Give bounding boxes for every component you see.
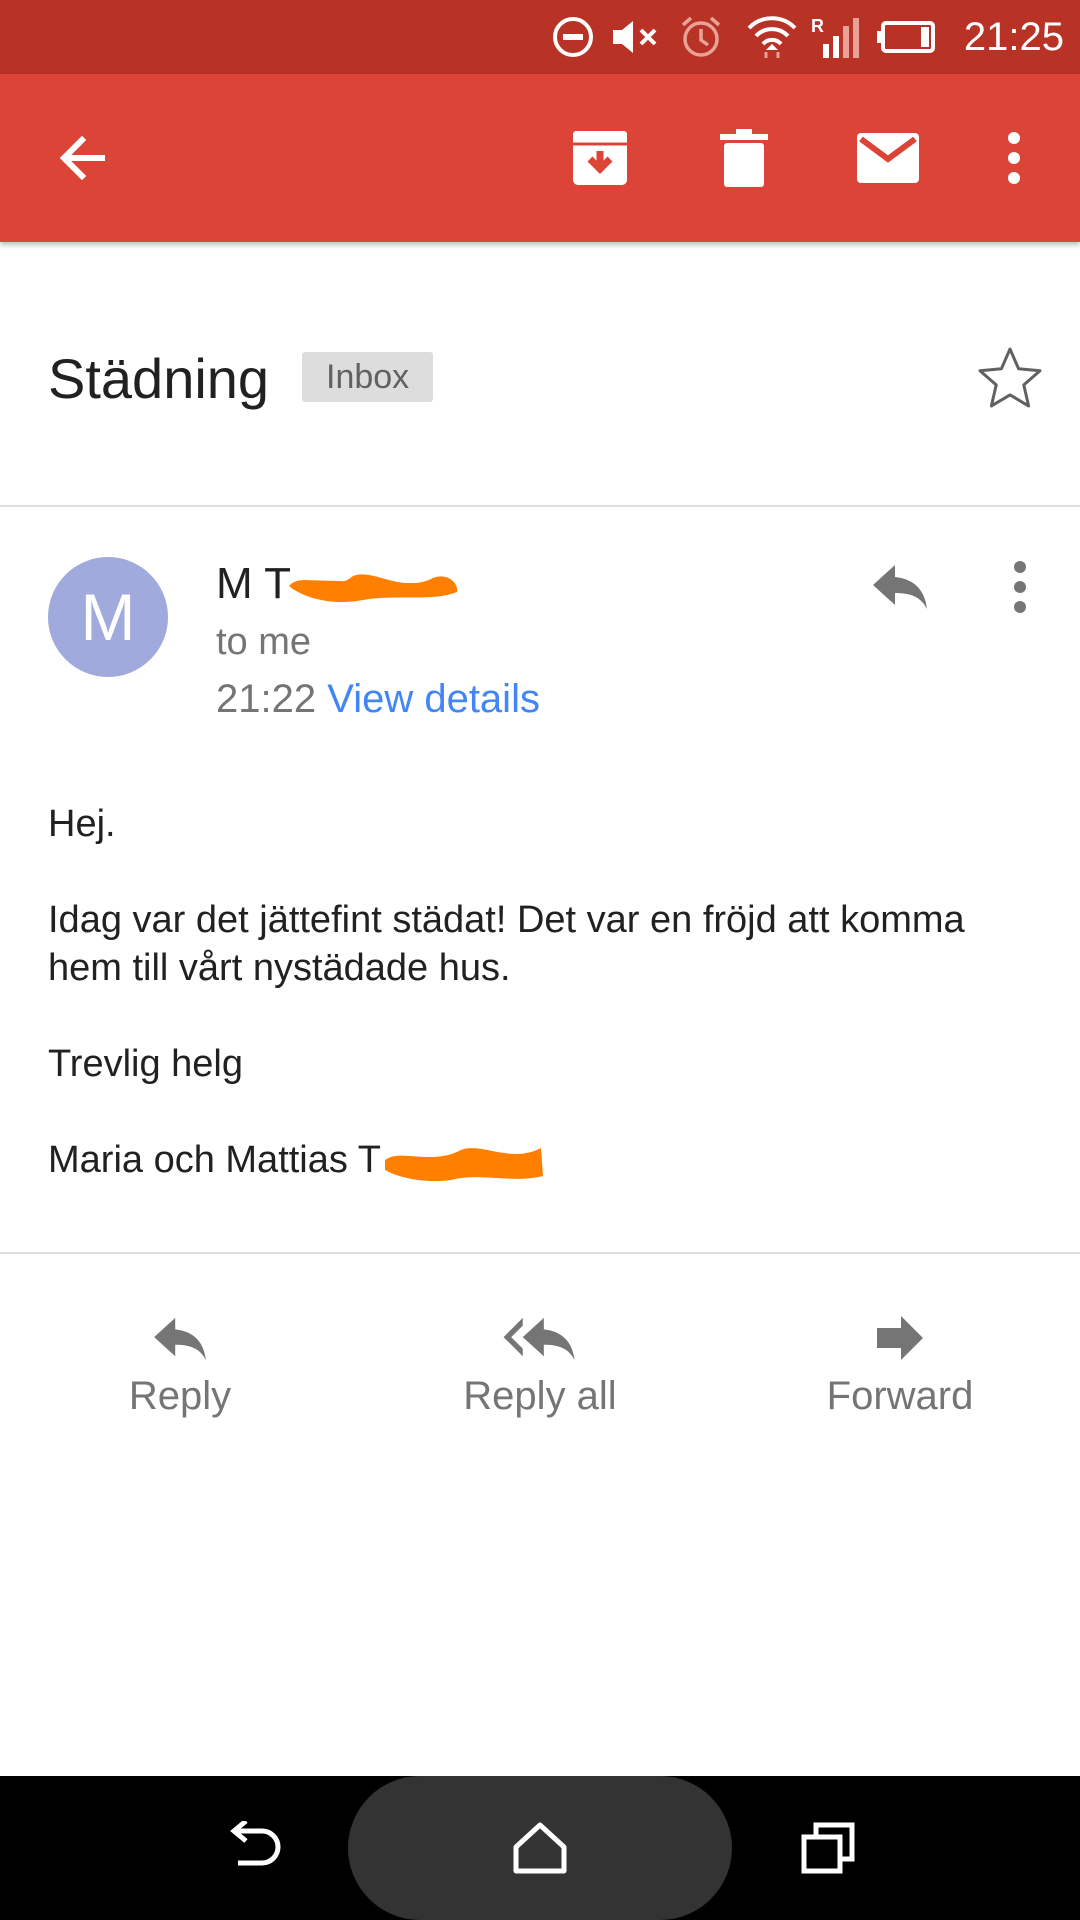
archive-icon[interactable]: [560, 118, 640, 198]
star-icon[interactable]: [970, 337, 1050, 417]
battery-icon: [876, 14, 938, 60]
mute-icon: [608, 14, 664, 60]
toolbar: [0, 74, 1080, 242]
message-more-icon[interactable]: [980, 547, 1060, 627]
message-header: M M T to me 21:22 View details: [0, 507, 1080, 747]
mark-unread-icon[interactable]: [848, 118, 928, 198]
recents-nav-icon[interactable]: [788, 1808, 868, 1888]
reply-all-icon: [410, 1290, 670, 1362]
sender-name: M T: [216, 557, 463, 611]
message-actions: Reply Reply all Forward: [0, 1290, 1080, 1430]
sender-name-text: M T: [216, 559, 291, 608]
recipient-text[interactable]: to me: [216, 619, 311, 665]
status-bar: R 21:25: [0, 0, 1080, 74]
avatar[interactable]: M: [48, 557, 168, 677]
email-subject: Städning: [48, 347, 270, 410]
view-details-link[interactable]: View details: [327, 677, 540, 721]
navigation-bar: [0, 1776, 1080, 1920]
reply-icon: [50, 1290, 310, 1362]
signature-text: Maria och Mattias T: [48, 1139, 381, 1181]
back-nav-icon[interactable]: [214, 1808, 294, 1888]
signature: Maria och Mattias T: [48, 1136, 1038, 1184]
forward-button[interactable]: Forward: [770, 1290, 1030, 1430]
reply-button[interactable]: Reply: [50, 1290, 310, 1430]
arrow-back-icon[interactable]: [42, 118, 122, 198]
divider: [0, 1252, 1080, 1254]
redaction-mark: [283, 564, 463, 608]
body-paragraph: Idag var det jättefint städat! Det var e…: [48, 899, 965, 989]
body-paragraph: Trevlig helg: [48, 1043, 244, 1085]
status-time: 21:25: [963, 15, 1064, 59]
alarm-icon: [676, 14, 726, 60]
body-paragraph: Hej.: [48, 803, 116, 845]
forward-icon: [770, 1290, 1030, 1362]
redaction-mark: [381, 1140, 546, 1184]
time-row: 21:22 View details: [216, 675, 540, 723]
reply-all-button[interactable]: Reply all: [410, 1290, 670, 1430]
more-vert-icon[interactable]: [974, 118, 1054, 198]
svg-text:R: R: [811, 16, 824, 36]
delete-icon[interactable]: [704, 118, 784, 198]
subject-header: Städning Inbox: [0, 242, 1080, 507]
do-not-disturb-icon: [550, 14, 596, 60]
sent-time: 21:22: [216, 677, 317, 721]
signal-roaming-icon: R: [808, 14, 860, 60]
message-body: Hej. Idag var det jättefint städat! Det …: [48, 800, 1038, 1184]
reply-all-label: Reply all: [463, 1374, 617, 1418]
forward-label: Forward: [826, 1374, 974, 1418]
reply-icon[interactable]: [860, 547, 940, 627]
home-nav-icon[interactable]: [500, 1808, 580, 1888]
wifi-icon: [744, 14, 800, 60]
reply-label: Reply: [128, 1374, 232, 1418]
inbox-label-chip[interactable]: Inbox: [302, 352, 434, 402]
